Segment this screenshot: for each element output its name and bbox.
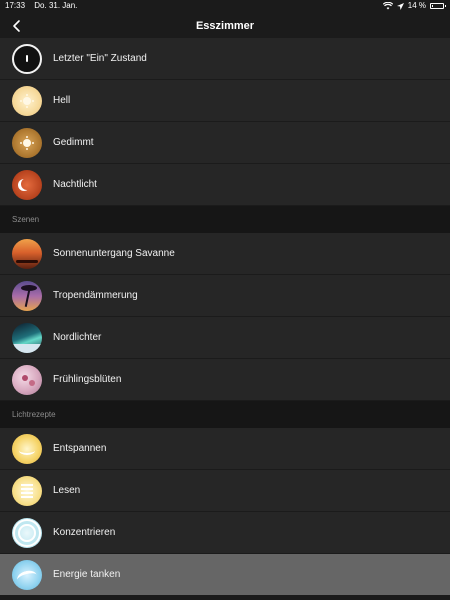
- status-bar: 17:33 Do. 31. Jan. 14 %: [0, 0, 450, 12]
- moon-icon: [12, 169, 42, 200]
- read-icon: [12, 475, 42, 506]
- row-label: Nachtlicht: [53, 179, 97, 190]
- row-label: Konzentrieren: [53, 527, 116, 538]
- sun-dim-icon: [12, 127, 42, 158]
- row-label: Tropendämmerung: [53, 290, 138, 301]
- row-label: Lesen: [53, 485, 81, 496]
- location-arrow-icon: [396, 2, 404, 10]
- recipe-row-relax[interactable]: Entspannen: [0, 428, 450, 470]
- state-row-nightlight[interactable]: Nachtlicht: [0, 164, 450, 206]
- power-icon: [12, 43, 42, 74]
- row-label: Letzter "Ein" Zustand: [53, 53, 147, 64]
- section-header-recipes: Lichtrezepte: [0, 401, 450, 428]
- row-label: Entspannen: [53, 443, 107, 454]
- recipe-row-concentrate[interactable]: Konzentrieren: [0, 512, 450, 554]
- wifi-icon: [382, 2, 393, 10]
- state-row-last-on[interactable]: Letzter "Ein" Zustand: [0, 38, 450, 80]
- row-label: Nordlichter: [53, 332, 102, 343]
- state-row-bright[interactable]: Hell: [0, 80, 450, 122]
- sun-bright-icon: [12, 85, 42, 116]
- scene-aurora-thumbnail: [12, 322, 42, 353]
- battery-icon: [430, 3, 446, 9]
- page-title: Esszimmer: [195, 20, 255, 32]
- scene-row-savanna-sunset[interactable]: Sonnenuntergang Savanne: [0, 233, 450, 275]
- recipe-row-energize[interactable]: Energie tanken: [0, 554, 450, 596]
- status-right: 14 %: [382, 0, 446, 12]
- relax-icon: [12, 433, 42, 464]
- row-label: Hell: [53, 95, 71, 106]
- energize-icon: [12, 559, 42, 590]
- scene-sunset-thumbnail: [12, 238, 42, 269]
- battery-fill: [432, 5, 433, 7]
- status-time: 17:33: [5, 1, 26, 10]
- light-list: Letzter "Ein" Zustand Hell Gedimmt Nacht…: [0, 38, 450, 596]
- status-left: 17:33 Do. 31. Jan.: [5, 0, 84, 12]
- recipe-row-read[interactable]: Lesen: [0, 470, 450, 512]
- state-row-dimmed[interactable]: Gedimmt: [0, 122, 450, 164]
- scene-tropical-thumbnail: [12, 280, 42, 311]
- row-label: Energie tanken: [53, 569, 121, 580]
- section-header-scenes: Szenen: [0, 206, 450, 233]
- row-label: Sonnenuntergang Savanne: [53, 248, 175, 259]
- status-date: Do. 31. Jan.: [34, 1, 78, 10]
- scene-blossom-thumbnail: [12, 364, 42, 395]
- row-label: Frühlingsblüten: [53, 374, 122, 385]
- battery-percent: 14 %: [407, 1, 426, 10]
- scene-row-tropical-twilight[interactable]: Tropendämmerung: [0, 275, 450, 317]
- scene-row-spring-blossom[interactable]: Frühlingsblüten: [0, 359, 450, 401]
- row-label: Gedimmt: [53, 137, 94, 148]
- concentrate-icon: [12, 517, 42, 548]
- scene-row-northern-lights[interactable]: Nordlichter: [0, 317, 450, 359]
